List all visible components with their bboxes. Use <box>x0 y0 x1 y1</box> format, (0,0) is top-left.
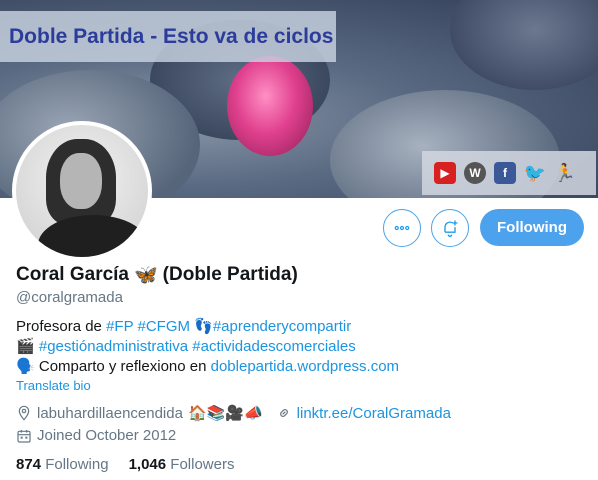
profile-stats: 874 Following 1,046 Followers <box>16 456 234 473</box>
banner-social-icons: ▶ W f 🐦 🏃 <box>422 151 596 195</box>
bio-text: Profesora de <box>16 318 107 335</box>
location-emojis: 🏠📚🎥📣 <box>187 405 263 422</box>
website-link[interactable]: linktr.ee/CoralGramada <box>297 405 451 422</box>
hashtag-gestionadministrativa[interactable]: #gestiónadministrativa <box>39 338 188 355</box>
hashtag-aprenderycompartir[interactable]: #aprenderycompartir <box>213 318 351 335</box>
profile-meta-row: labuhardillaencendida 🏠📚🎥📣 linktr.ee/Cor… <box>16 404 451 422</box>
more-icon <box>394 225 410 231</box>
butterfly-emoji: 🦋 <box>134 265 158 286</box>
translate-bio-link[interactable]: Translate bio <box>16 378 91 393</box>
blog-link[interactable]: doblepartida.wordpress.com <box>211 358 399 375</box>
following-button[interactable]: Following <box>480 209 584 246</box>
banner-title-box: Doble Partida - Esto va de ciclos <box>0 11 336 62</box>
avatar[interactable] <box>12 121 152 261</box>
bio-line-1: Profesora de #FP #CFGM 👣#aprenderycompar… <box>16 317 586 337</box>
speaker-emoji: 🗣️ <box>16 358 35 375</box>
banner-rock <box>450 0 598 90</box>
avatar-face <box>60 153 102 209</box>
wordpress-icon: W <box>464 162 486 184</box>
bio-line-3: 🗣️ Comparto y reflexiono en doblepartida… <box>16 357 586 377</box>
bio-line-2: 🎬 #gestiónadministrativa #actividadescom… <box>16 337 586 357</box>
clapper-emoji: 🎬 <box>16 338 35 355</box>
hashtag-cfgm[interactable]: #CFGM <box>137 318 190 335</box>
followers-stat[interactable]: 1,046 Followers <box>129 456 235 473</box>
hashtag-actividadescomerciales[interactable]: #actividadescomerciales <box>192 338 355 355</box>
figure-icon: 🏃 <box>553 162 577 183</box>
profile-name-text: Coral García <box>16 264 129 285</box>
following-count: 874 <box>16 456 42 473</box>
followers-count: 1,046 <box>128 456 167 473</box>
profile-handle: @coralgramada <box>16 289 123 306</box>
feet-emoji: 👣 <box>194 318 213 335</box>
hashtag-fp[interactable]: #FP <box>106 318 133 335</box>
profile-meta-row: Joined October 2012 <box>16 427 176 444</box>
followers-label: Followers <box>170 456 235 473</box>
following-label: Following <box>45 456 109 473</box>
profile-bio: Profesora de #FP #CFGM 👣#aprenderycompar… <box>16 317 586 377</box>
twitter-icon: 🐦 <box>523 162 547 183</box>
location-text: labuhardillaencendida <box>37 404 183 422</box>
calendar-icon <box>16 428 32 444</box>
following-stat[interactable]: 874 Following <box>16 456 109 473</box>
location-icon <box>16 405 32 421</box>
profile-name-suffix: (Doble Partida) <box>162 264 298 285</box>
link-icon <box>276 405 292 421</box>
banner-title: Doble Partida - Esto va de ciclos <box>9 24 334 48</box>
avatar-body <box>38 215 148 257</box>
youtube-icon: ▶ <box>434 162 456 184</box>
bio-text: Comparto y reflexiono en <box>38 358 211 375</box>
more-button[interactable] <box>383 209 421 247</box>
bell-plus-icon <box>444 220 458 237</box>
facebook-icon: f <box>494 162 516 184</box>
notify-button[interactable] <box>431 209 469 247</box>
joined-date: Joined October 2012 <box>37 427 177 444</box>
banner-pink-ball <box>227 56 313 156</box>
profile-name: Coral García 🦋 (Doble Partida) <box>16 263 298 287</box>
